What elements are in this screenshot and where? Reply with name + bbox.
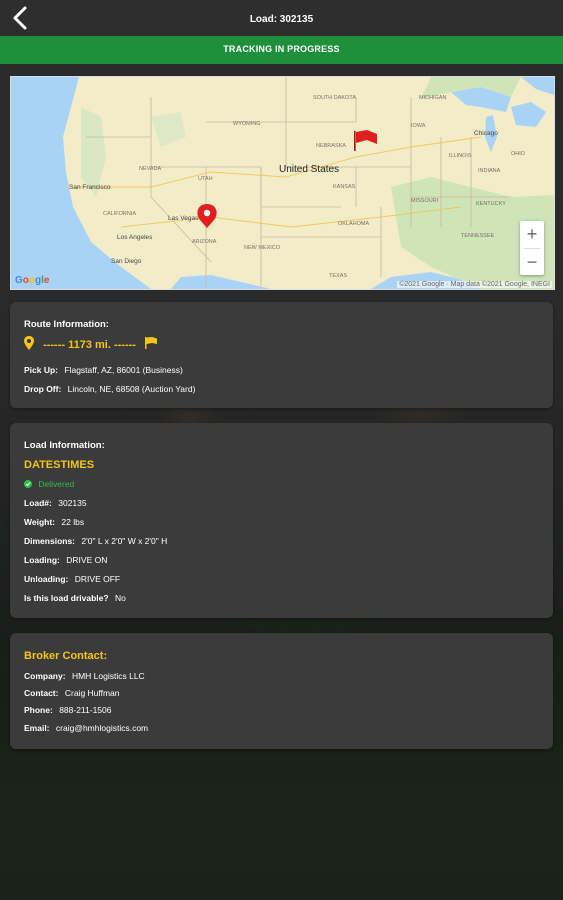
company-value: HMH Logistics LLC <box>71 671 145 681</box>
map-label: KANSAS <box>333 184 356 190</box>
map-label: San Diego <box>111 258 142 265</box>
map-label: UTAH <box>198 176 213 182</box>
broker-contact-card: Broker Contact: Company: HMH Logistics L… <box>10 633 553 749</box>
map-flag-icon[interactable] <box>354 130 377 151</box>
load-number-row: Load#: 302135 <box>24 498 87 508</box>
map-zoom-control: + − <box>520 221 544 275</box>
map-label: TENNESSEE <box>461 233 495 239</box>
map-label: NEW MEXICO <box>244 245 281 251</box>
email-label: Email: <box>24 723 50 733</box>
map-copyright: ©2021 Google · Map data ©2021 Google, IN… <box>397 281 552 288</box>
pickup-value: Flagstaff, AZ, 86001 (Business) <box>64 365 183 375</box>
delivery-status: Delivered <box>38 479 75 489</box>
dimensions-row: Dimensions: 2'0" L x 2'0" W x 2'0" H <box>24 536 167 546</box>
map-label: MICHIGAN <box>419 95 447 101</box>
zoom-in-button[interactable]: + <box>520 221 544 248</box>
company-row: Company: HMH Logistics LLC <box>24 671 145 681</box>
dimensions-value: 2'0" L x 2'0" W x 2'0" H <box>81 536 168 546</box>
map-label: TEXAS <box>329 273 347 279</box>
loading-label: Loading: <box>24 555 60 565</box>
page-title: Load: 302135 <box>249 14 314 25</box>
map-label: Las Vegas <box>168 215 199 222</box>
contact-label: Contact: <box>24 688 59 698</box>
location-pin-icon <box>24 336 34 350</box>
pickup-row: Pick Up: Flagstaff, AZ, 86001 (Business) <box>24 365 183 375</box>
email-link[interactable]: craig@hmhlogistics.com <box>56 723 148 733</box>
dropoff-value: Lincoln, NE, 68508 (Auction Yard) <box>67 384 196 394</box>
map-label: KENTUCKY <box>476 201 506 207</box>
tracking-status-banner: TRACKING IN PROGRESS <box>0 36 563 64</box>
map-label: SOUTH DAKOTA <box>313 95 356 101</box>
phone-row: Phone: 888-211-1506 <box>24 705 112 715</box>
dimensions-label: Dimensions: <box>24 536 76 546</box>
map-label: WYOMING <box>233 121 261 127</box>
company-label: Company: <box>24 671 66 681</box>
map-label: OHIO <box>511 151 526 157</box>
map-label: San Francisco <box>69 184 111 191</box>
unloading-label: Unloading: <box>24 574 69 584</box>
loading-row: Loading: DRIVE ON <box>24 555 107 565</box>
map-label: ILLINOIS <box>449 153 472 159</box>
map-label: Los Angeles <box>117 234 153 241</box>
weight-label: Weight: <box>24 517 56 527</box>
check-circle-icon <box>24 480 32 488</box>
dropoff-row: Drop Off: Lincoln, NE, 68508 (Auction Ya… <box>24 384 195 394</box>
email-row: Email: craig@hmhlogistics.com <box>24 723 148 733</box>
contact-value: Craig Huffman <box>64 688 120 698</box>
weight-row: Weight: 22 lbs <box>24 517 84 527</box>
google-logo: Google <box>15 275 50 286</box>
dropoff-label: Drop Off: <box>24 384 62 394</box>
unloading-value: DRIVE OFF <box>74 574 121 584</box>
route-info-card: Route Information: ------ 1173 mi. -----… <box>10 302 553 408</box>
map-label: CALIFORNIA <box>103 211 136 217</box>
map-label: OKLAHOMA <box>338 221 370 227</box>
route-map[interactable]: SOUTH DAKOTA WYOMING NEBRASKA NEVADA UTA… <box>10 76 555 290</box>
load-info-title: Load Information: <box>24 440 105 451</box>
top-bar: Load: 302135 <box>0 0 563 36</box>
weight-value: 22 lbs <box>61 517 85 527</box>
route-distance: ------ 1173 mi. ------ <box>43 339 136 351</box>
map-canvas: SOUTH DAKOTA WYOMING NEBRASKA NEVADA UTA… <box>11 77 554 289</box>
load-number-label: Load#: <box>24 498 52 508</box>
drivable-value: No <box>114 593 126 603</box>
drivable-label: Is this load drivable? <box>24 593 109 603</box>
zoom-out-button[interactable]: − <box>520 249 544 276</box>
drivable-row: Is this load drivable? No <box>24 593 126 603</box>
route-distance-row: ------ 1173 mi. ------ <box>24 336 158 351</box>
map-label: MISSOURI <box>411 198 439 204</box>
map-country-label: United States <box>279 164 339 175</box>
map-label: Chicago <box>474 130 498 137</box>
load-info-card: Load Information: DATESTIMES Delivered L… <box>10 423 553 618</box>
datetimes-heading: DATESTIMES <box>24 459 95 471</box>
status-row: Delivered <box>24 479 74 489</box>
contact-row: Contact: Craig Huffman <box>24 688 120 698</box>
map-pin-icon[interactable] <box>197 204 217 228</box>
broker-contact-title: Broker Contact: <box>24 650 108 662</box>
pickup-label: Pick Up: <box>24 365 59 375</box>
map-label: ARIZONA <box>192 239 217 245</box>
map-label: NEBRASKA <box>316 143 346 149</box>
map-label: INDIANA <box>478 168 501 174</box>
phone-label: Phone: <box>24 705 53 715</box>
phone-link[interactable]: 888-211-1506 <box>59 705 111 715</box>
map-label: NEVADA <box>139 166 162 172</box>
route-info-title: Route Information: <box>24 319 109 330</box>
unloading-row: Unloading: DRIVE OFF <box>24 574 120 584</box>
load-number-value: 302135 <box>58 498 87 508</box>
map-label: IOWA <box>411 123 426 129</box>
loading-value: DRIVE ON <box>66 555 108 565</box>
flag-icon <box>145 337 158 349</box>
